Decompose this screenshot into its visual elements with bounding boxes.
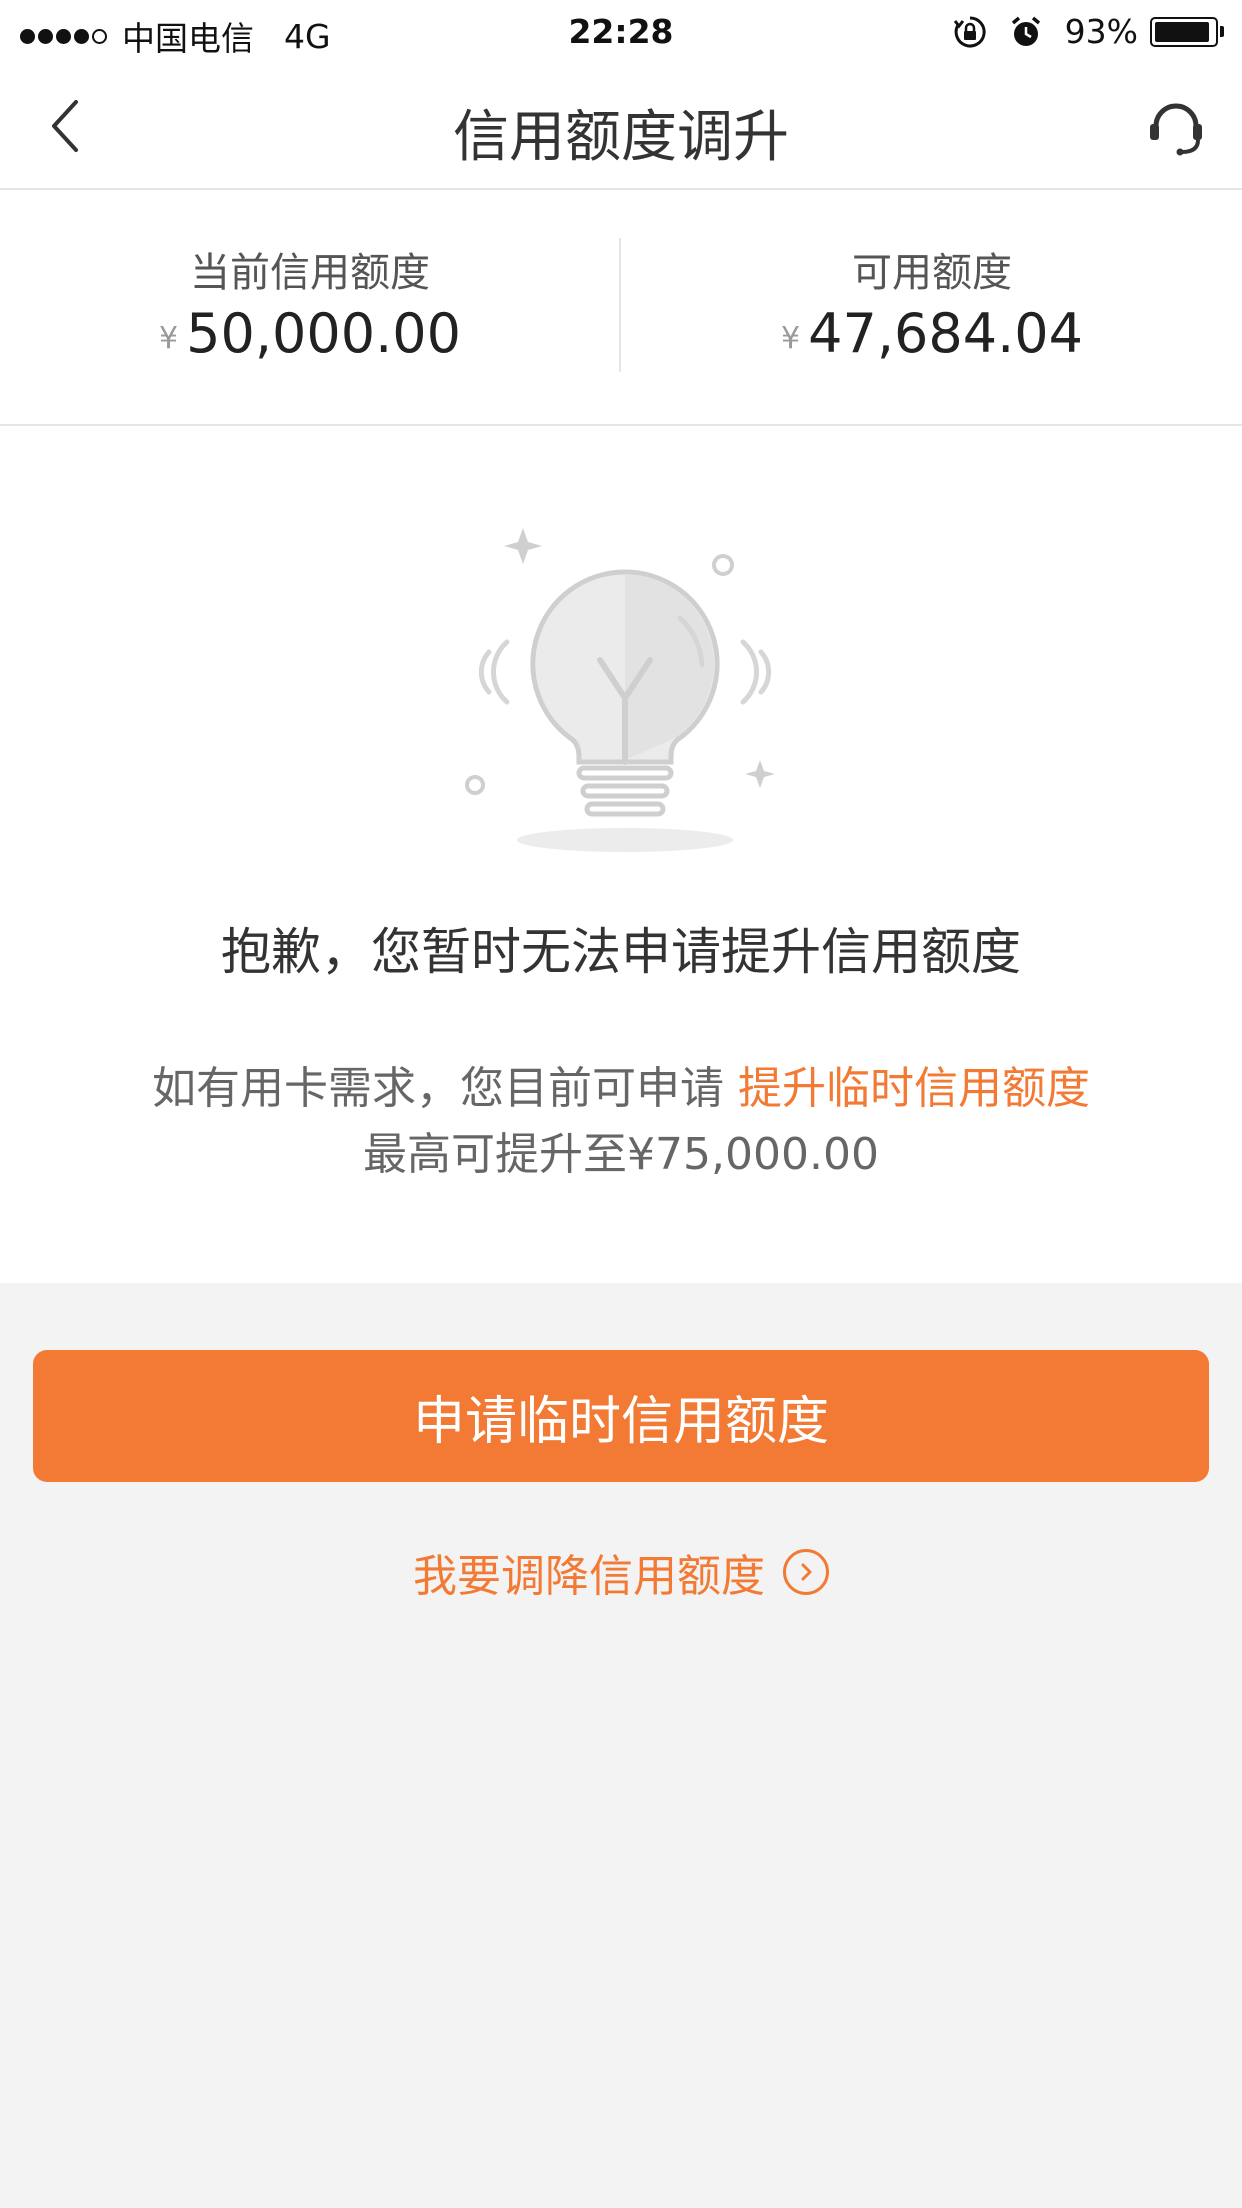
status-bar: 中国电信 4G 22:28 93% (0, 0, 1242, 62)
rotation-lock-icon (953, 15, 987, 49)
decrease-credit-link[interactable]: 我要调降信用额度 (0, 1540, 1242, 1604)
alarm-icon (1009, 15, 1043, 49)
available-credit-amount: ¥47,684.04 (622, 302, 1242, 365)
chevron-right-circle-icon (783, 1549, 829, 1595)
current-credit-amount: ¥50,000.00 (0, 302, 620, 365)
customer-service-button[interactable] (1144, 94, 1208, 158)
temporary-credit-hint: 如有用卡需求，您目前可申请 提升临时信用额度 (0, 1052, 1242, 1116)
battery-icon (1150, 16, 1224, 47)
temporary-credit-link[interactable]: 提升临时信用额度 (738, 1063, 1090, 1114)
battery-fill (1155, 21, 1209, 42)
max-increase-text: 最高可提升至¥75,000.00 (363, 1129, 879, 1180)
light-bulb-illustration (465, 528, 775, 852)
available-credit-block: 可用额度 ¥47,684.04 (622, 190, 1242, 424)
current-credit-block: 当前信用额度 ¥50,000.00 (0, 190, 620, 424)
available-credit-value: 47,684.04 (808, 302, 1083, 365)
headset-icon (1150, 103, 1202, 156)
currency-symbol: ¥ (781, 321, 801, 356)
available-credit-label: 可用额度 (852, 250, 1012, 296)
nav-bar: 信用额度调升 (0, 62, 1242, 190)
current-credit-label: 当前信用额度 (190, 250, 430, 296)
currency-symbol: ¥ (159, 321, 179, 356)
page-title: 信用额度调升 (453, 105, 789, 170)
summary-divider (619, 238, 621, 372)
status-right: 93% (953, 12, 1224, 51)
credit-summary: 当前信用额度 ¥50,000.00 可用额度 ¥47,684.04 (0, 190, 1242, 426)
apply-temporary-credit-button[interactable]: 申请临时信用额度 (33, 1350, 1209, 1482)
hint-prefix: 如有用卡需求，您目前可申请 (152, 1063, 738, 1114)
battery-percentage: 93% (1064, 12, 1138, 51)
current-credit-value: 50,000.00 (186, 302, 461, 365)
decrease-credit-label: 我要调降信用额度 (413, 1551, 765, 1602)
unavailable-message: 抱歉，您暂时无法申请提升信用额度 (221, 923, 1021, 981)
